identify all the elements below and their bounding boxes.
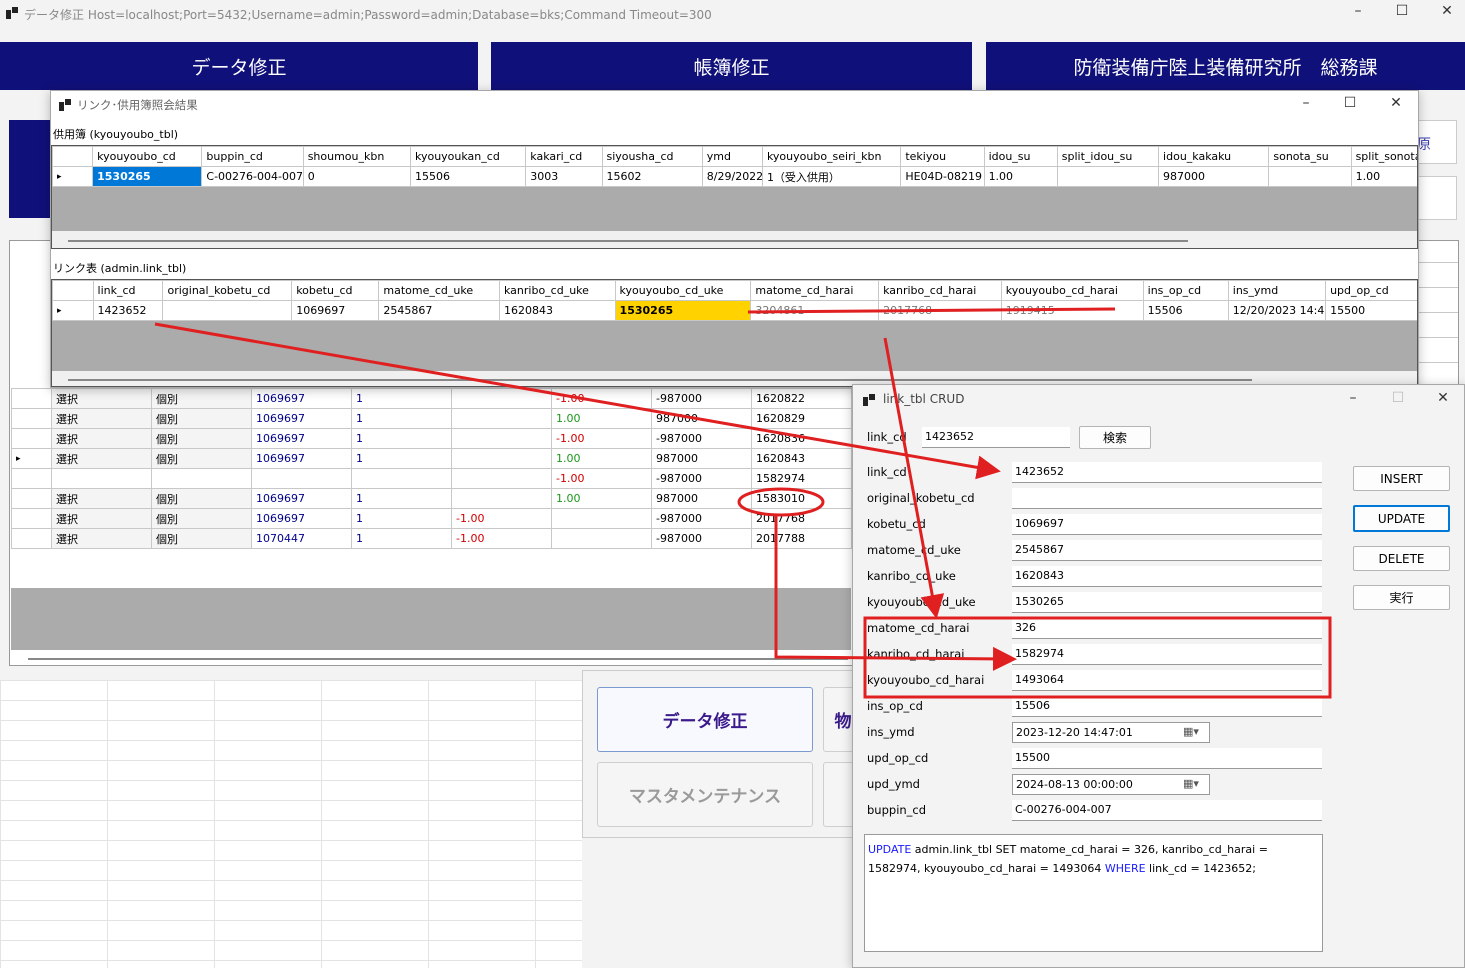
- annotation-arrow-link-cd: [154, 322, 1001, 480]
- annotation-overlay: [154, 307, 1332, 699]
- annotation-strike-line: [747, 307, 1116, 314]
- annotation-arrow-kanribo: [774, 515, 1017, 671]
- annotation-circle-1582974: [737, 487, 825, 517]
- annotation-arrow-kyouyoubo: [883, 337, 945, 619]
